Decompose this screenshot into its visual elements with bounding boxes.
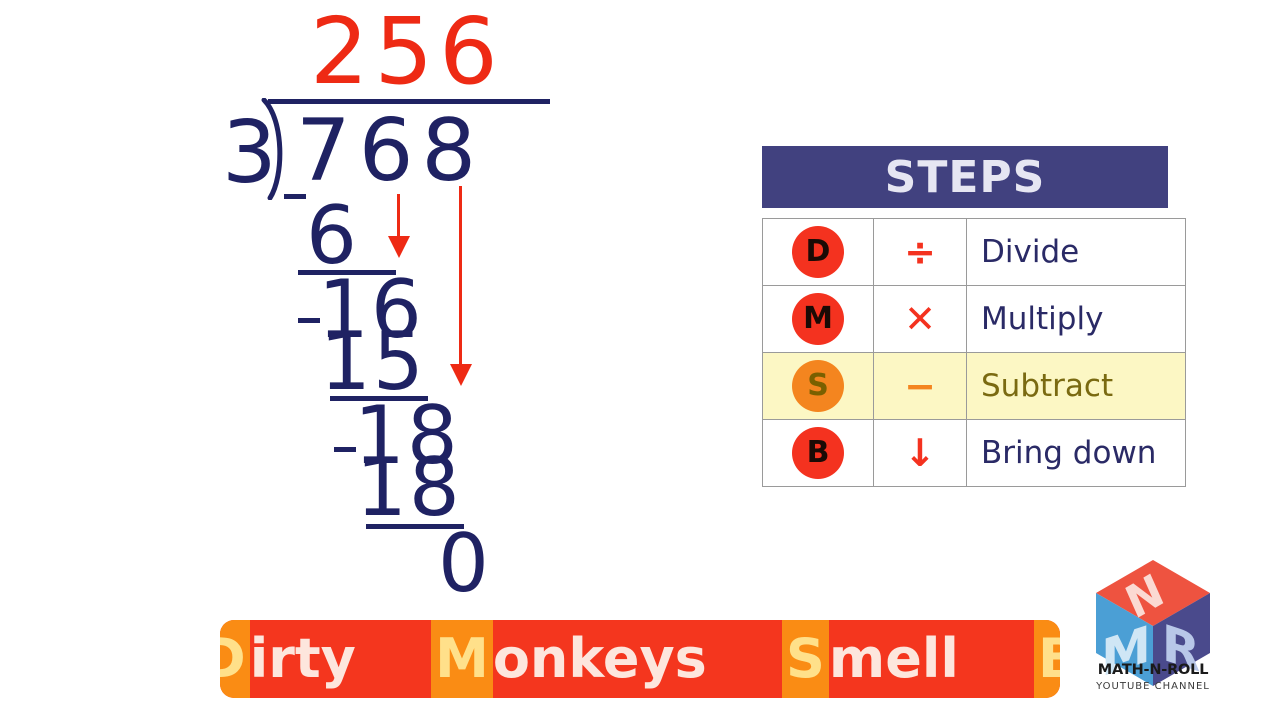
step-badge-cell-multiply: M — [762, 285, 874, 353]
remainder-value: 0 — [438, 517, 489, 610]
step-label-divide: Divide — [981, 234, 1080, 270]
mnemonic-cap-b: B — [1034, 620, 1060, 698]
quotient-value: 256 — [310, 0, 504, 105]
step-label-cell-multiply: Multiply — [966, 285, 1186, 353]
step-symbol-cell-subtract: − — [873, 352, 967, 420]
mnemonic-rest-monkeys: onkeys — [492, 627, 707, 690]
mnemonic-word-dirty: Dirty — [220, 620, 356, 698]
badge-m: M — [792, 293, 844, 345]
step-badge-cell-bringdown: B — [762, 419, 874, 487]
mnemonic-word-bad: Bad — [959, 620, 1060, 698]
logo-subtitle: YOUTUBE CHANNEL — [1096, 681, 1210, 692]
mnemonic-cap-m: M — [431, 620, 493, 698]
multiply-icon: ✕ — [904, 297, 936, 341]
mnemonic-word-smell: Smell — [707, 620, 959, 698]
arrow-down-icon: ↓ — [904, 431, 936, 475]
divisor-value: 3 — [222, 103, 277, 203]
bring-down-arrow-1-head — [388, 236, 410, 258]
mnemonic-rest-dirty: irty — [249, 627, 356, 690]
mnemonic-cap-s: S — [782, 620, 829, 698]
table-row: M ✕ Multiply — [762, 285, 1186, 353]
bring-down-arrow-2-shaft — [459, 186, 462, 368]
step-symbol-cell-multiply: ✕ — [873, 285, 967, 353]
step-label-bringdown: Bring down — [981, 435, 1157, 471]
table-row: D ÷ Divide — [762, 218, 1186, 286]
step-symbol-cell-divide: ÷ — [873, 218, 967, 286]
badge-b: B — [792, 427, 844, 479]
steps-panel-title: STEPS — [884, 151, 1046, 203]
badge-d: D — [792, 226, 844, 278]
minus-sign-3 — [334, 447, 356, 452]
step-label-cell-divide: Divide — [966, 218, 1186, 286]
steps-panel: STEPS D ÷ Divide M ✕ Multiply S − Subtra… — [762, 146, 1186, 487]
step-badge-cell-divide: D — [762, 218, 874, 286]
minus-sign-2 — [298, 318, 320, 323]
step-label-subtract: Subtract — [981, 368, 1114, 404]
minus-sign-1 — [284, 194, 306, 199]
step-badge-cell-subtract: S — [762, 352, 874, 420]
dividend-value: 768 — [296, 101, 485, 201]
step-label-multiply: Multiply — [981, 301, 1104, 337]
step-value-5: 18 — [356, 441, 462, 534]
table-row: B ↓ Bring down — [762, 419, 1186, 487]
step-label-cell-bringdown: Bring down — [966, 419, 1186, 487]
steps-table: D ÷ Divide M ✕ Multiply S − Subtract B ↓… — [762, 218, 1186, 487]
bring-down-arrow-1-shaft — [397, 194, 400, 240]
mnemonic-cap-d: D — [220, 620, 250, 698]
step-label-cell-subtract: Subtract — [966, 352, 1186, 420]
mnemonic-rest-smell: mell — [828, 627, 959, 690]
mnemonic-banner: Dirty Monkeys Smell Bad — [220, 620, 1060, 698]
step-symbol-cell-bringdown: ↓ — [873, 419, 967, 487]
badge-s: S — [792, 360, 844, 412]
divide-icon: ÷ — [904, 230, 936, 274]
logo-title: MATH-N-ROLL — [1097, 662, 1209, 678]
subtract-icon: − — [904, 364, 936, 408]
steps-panel-header: STEPS — [762, 146, 1168, 208]
bring-down-arrow-2-head — [450, 364, 472, 386]
table-row-highlighted: S − Subtract — [762, 352, 1186, 420]
mnemonic-word-monkeys: Monkeys — [356, 620, 707, 698]
long-division-work: 256 3 768 6 16 15 18 18 0 — [0, 0, 620, 620]
